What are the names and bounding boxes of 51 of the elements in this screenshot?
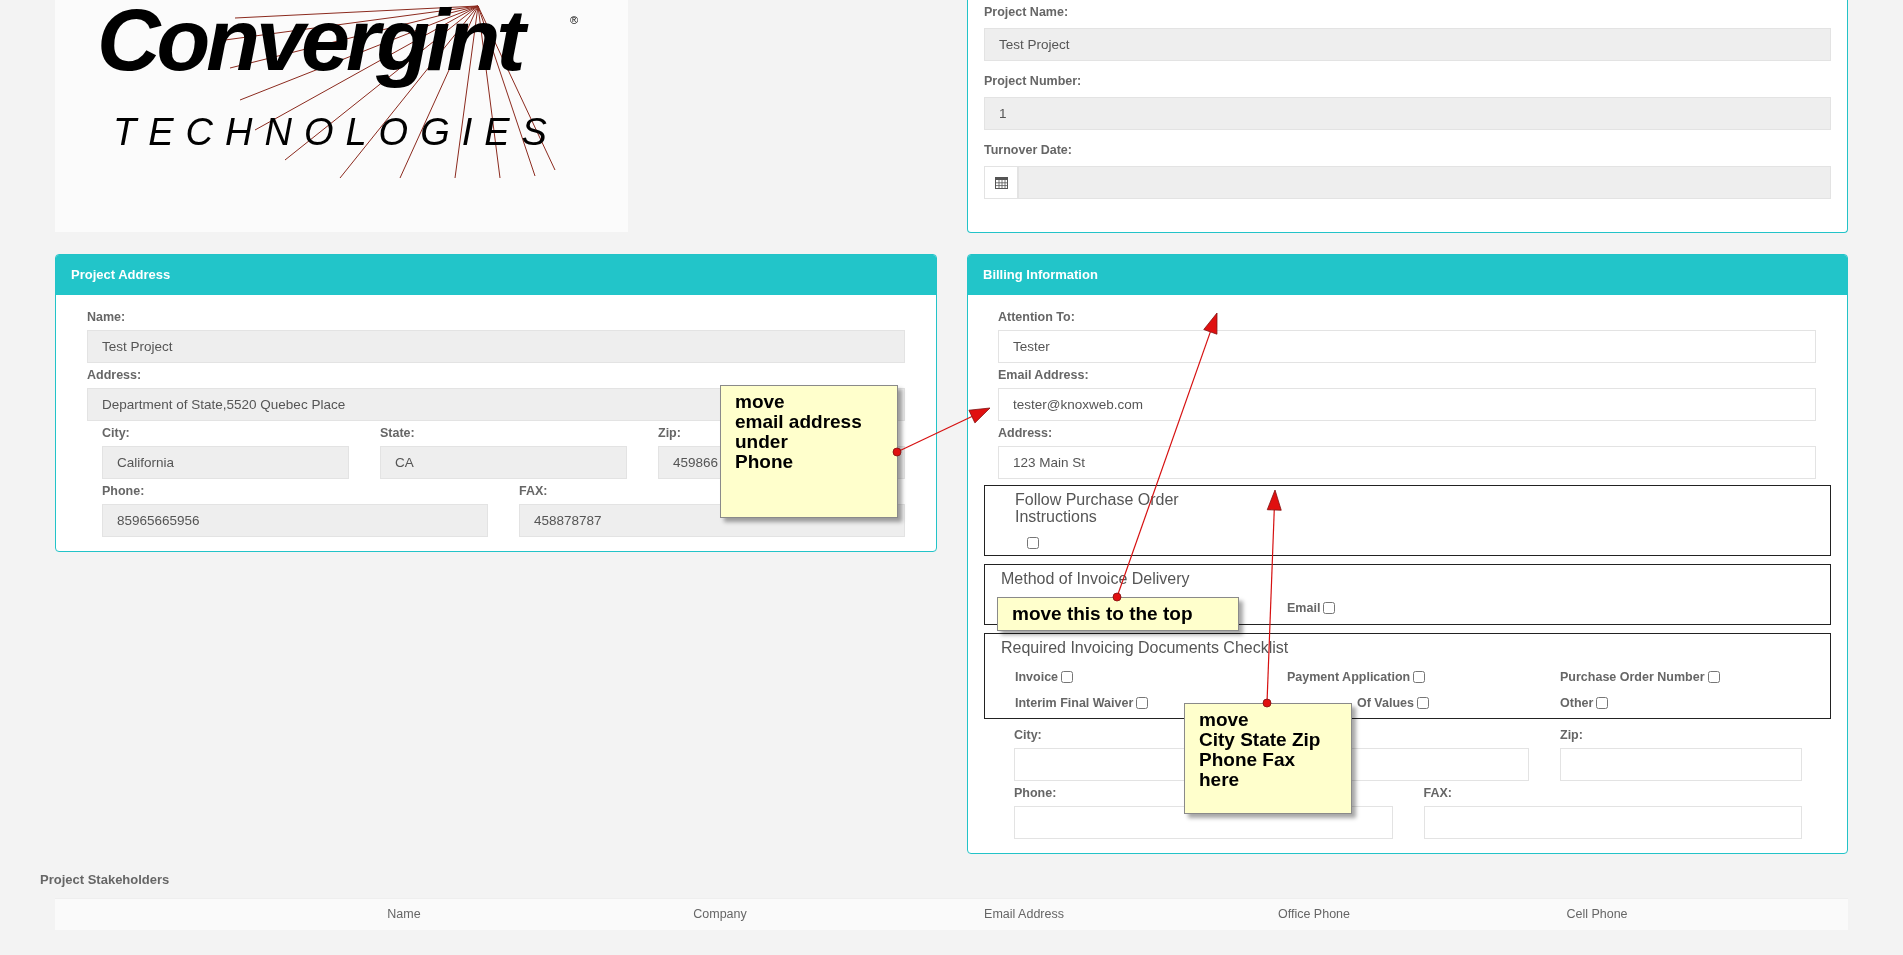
checkbox[interactable] <box>1707 671 1720 684</box>
checkbox-label: Of Values <box>1357 694 1414 712</box>
column-header: Company <box>692 905 748 923</box>
checkbox-label: Invoice <box>1015 668 1059 686</box>
checkbox-label: Interim Final Waiver <box>1015 694 1134 712</box>
calendar-button[interactable] <box>984 166 1018 199</box>
annotation-tooltip: move City State Zip Phone Fax here <box>1184 703 1352 814</box>
checkbox[interactable] <box>1061 671 1074 684</box>
annotation-tooltip: move this to the top <box>997 597 1239 631</box>
field-label: Name: <box>87 310 126 324</box>
text-field[interactable]: 123 Main St <box>998 446 1816 479</box>
field-label: Address: <box>87 368 142 382</box>
field-label: Phone: <box>102 484 145 498</box>
field-label: FAX: <box>519 484 548 498</box>
text-field[interactable]: tester@knoxweb.com <box>998 388 1816 421</box>
column-header: Cell Phone <box>1565 905 1629 923</box>
checkbox[interactable] <box>1136 696 1149 709</box>
column-header: Name <box>386 905 422 923</box>
checkbox[interactable] <box>1417 696 1429 709</box>
checkbox-label: Other <box>1560 694 1594 712</box>
field-label: Zip: <box>658 426 681 440</box>
field-label: Zip: <box>1560 728 1583 743</box>
checkbox-label: Payment Application <box>1287 668 1411 686</box>
card-header: Project Address <box>56 255 936 295</box>
field-label: State: <box>380 426 415 440</box>
field-label: Phone: <box>1014 786 1057 801</box>
annotation-tooltip: move email address under Phone <box>720 385 898 518</box>
text-field[interactable] <box>1560 748 1802 782</box>
text-field[interactable] <box>1423 806 1802 840</box>
field-label: Turnover Date: <box>984 143 1072 157</box>
field-label: Project Name: <box>984 5 1069 19</box>
registered-mark: ® <box>570 13 579 28</box>
field-label: City: <box>1014 728 1042 743</box>
field-label: FAX: <box>1423 786 1452 801</box>
text-field[interactable]: Tester <box>998 330 1816 363</box>
checkbox[interactable] <box>1413 671 1426 684</box>
checkbox-label: Purchase Order Number <box>1560 668 1705 686</box>
checkbox[interactable] <box>1596 696 1609 709</box>
field-label: Attention To: <box>998 310 1075 324</box>
column-header: Office Phone <box>1276 905 1351 923</box>
checkbox[interactable] <box>1323 602 1336 615</box>
field-label: Address: <box>998 426 1053 440</box>
calendar-icon <box>994 176 1008 189</box>
field-label: City: <box>102 426 130 440</box>
checkbox-label: Email <box>1287 600 1321 617</box>
field-label: Project Number: <box>984 74 1082 88</box>
checkbox[interactable] <box>1027 537 1039 549</box>
field-label: Email Address: <box>998 368 1089 382</box>
section-title: Project Stakeholders <box>40 871 171 890</box>
column-header: Email Address <box>983 905 1065 923</box>
card-header: Billing Information <box>968 255 1847 295</box>
